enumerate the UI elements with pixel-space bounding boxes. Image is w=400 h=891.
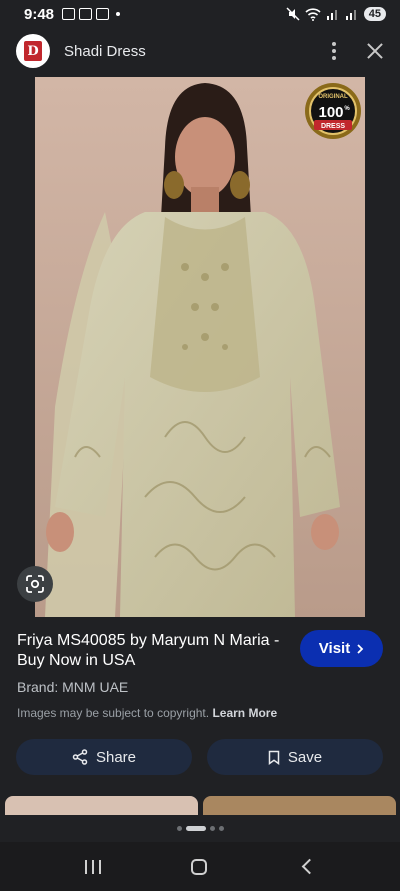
home-icon[interactable] [191,858,208,875]
chevron-right-icon [357,643,364,654]
save-label: Save [287,748,323,766]
more-notifications-dot [116,12,121,16]
product-photo: ORIGINAL 100 % DRESS [35,77,365,617]
page-indicator [0,815,400,842]
badge-top-text: ORIGINAL [318,94,348,100]
close-icon[interactable] [366,42,384,60]
visit-label: Visit [318,640,351,657]
signal-icon [326,10,337,20]
signal-icon-2 [345,10,356,20]
share-icon [72,749,88,765]
copyright-notice: Images may be subject to copyright. Lear… [17,706,277,720]
badge-number: 100 [318,104,343,121]
related-image[interactable] [5,796,198,815]
status-bar: 9:48 45 [0,0,400,28]
system-nav-bar [0,842,400,891]
site-name[interactable]: Shadi Dress [64,43,146,60]
teams-icon-2 [96,8,110,20]
site-logo-mark: D [24,41,42,61]
product-image[interactable]: ORIGINAL 100 % DRESS [35,77,365,617]
original-dress-badge: ORIGINAL 100 % DRESS [305,83,361,139]
mute-icon [286,7,300,21]
visit-button[interactable]: Visit [300,630,383,667]
share-label: Share [95,748,137,766]
recents-icon[interactable] [85,859,102,874]
save-button[interactable]: Save [207,739,383,775]
share-button[interactable]: Share [16,739,192,775]
teams-icon [79,8,93,20]
battery-indicator: 45 [363,7,386,21]
notification-icons [62,8,121,20]
result-header: D Shadi Dress [0,28,400,74]
page-dot [218,826,224,831]
screenshot-icon [62,8,76,20]
page-dot-active [185,826,206,831]
badge-bottom-text: DRESS [321,123,345,130]
lens-button[interactable] [17,566,53,602]
status-time: 9:48 [24,5,55,23]
bookmark-icon [268,750,280,765]
status-right: 45 [286,7,386,21]
copyright-text: Images may be subject to copyright. [17,706,210,720]
wifi-icon [305,7,321,21]
back-icon[interactable] [301,858,318,875]
brand-text: Brand: MNM UAE [17,679,129,695]
learn-more-link[interactable]: Learn More [212,706,277,720]
more-options-icon[interactable] [332,42,336,60]
site-logo[interactable]: D [16,34,50,68]
header-actions [332,42,384,60]
page-dot [209,826,215,831]
related-images [0,796,400,815]
lens-icon [26,575,44,593]
page-dot [176,826,182,831]
related-image[interactable] [203,796,396,815]
badge-percent: % [344,106,350,112]
result-title[interactable]: Friya MS40085 by Maryum N Maria - Buy No… [17,631,292,671]
